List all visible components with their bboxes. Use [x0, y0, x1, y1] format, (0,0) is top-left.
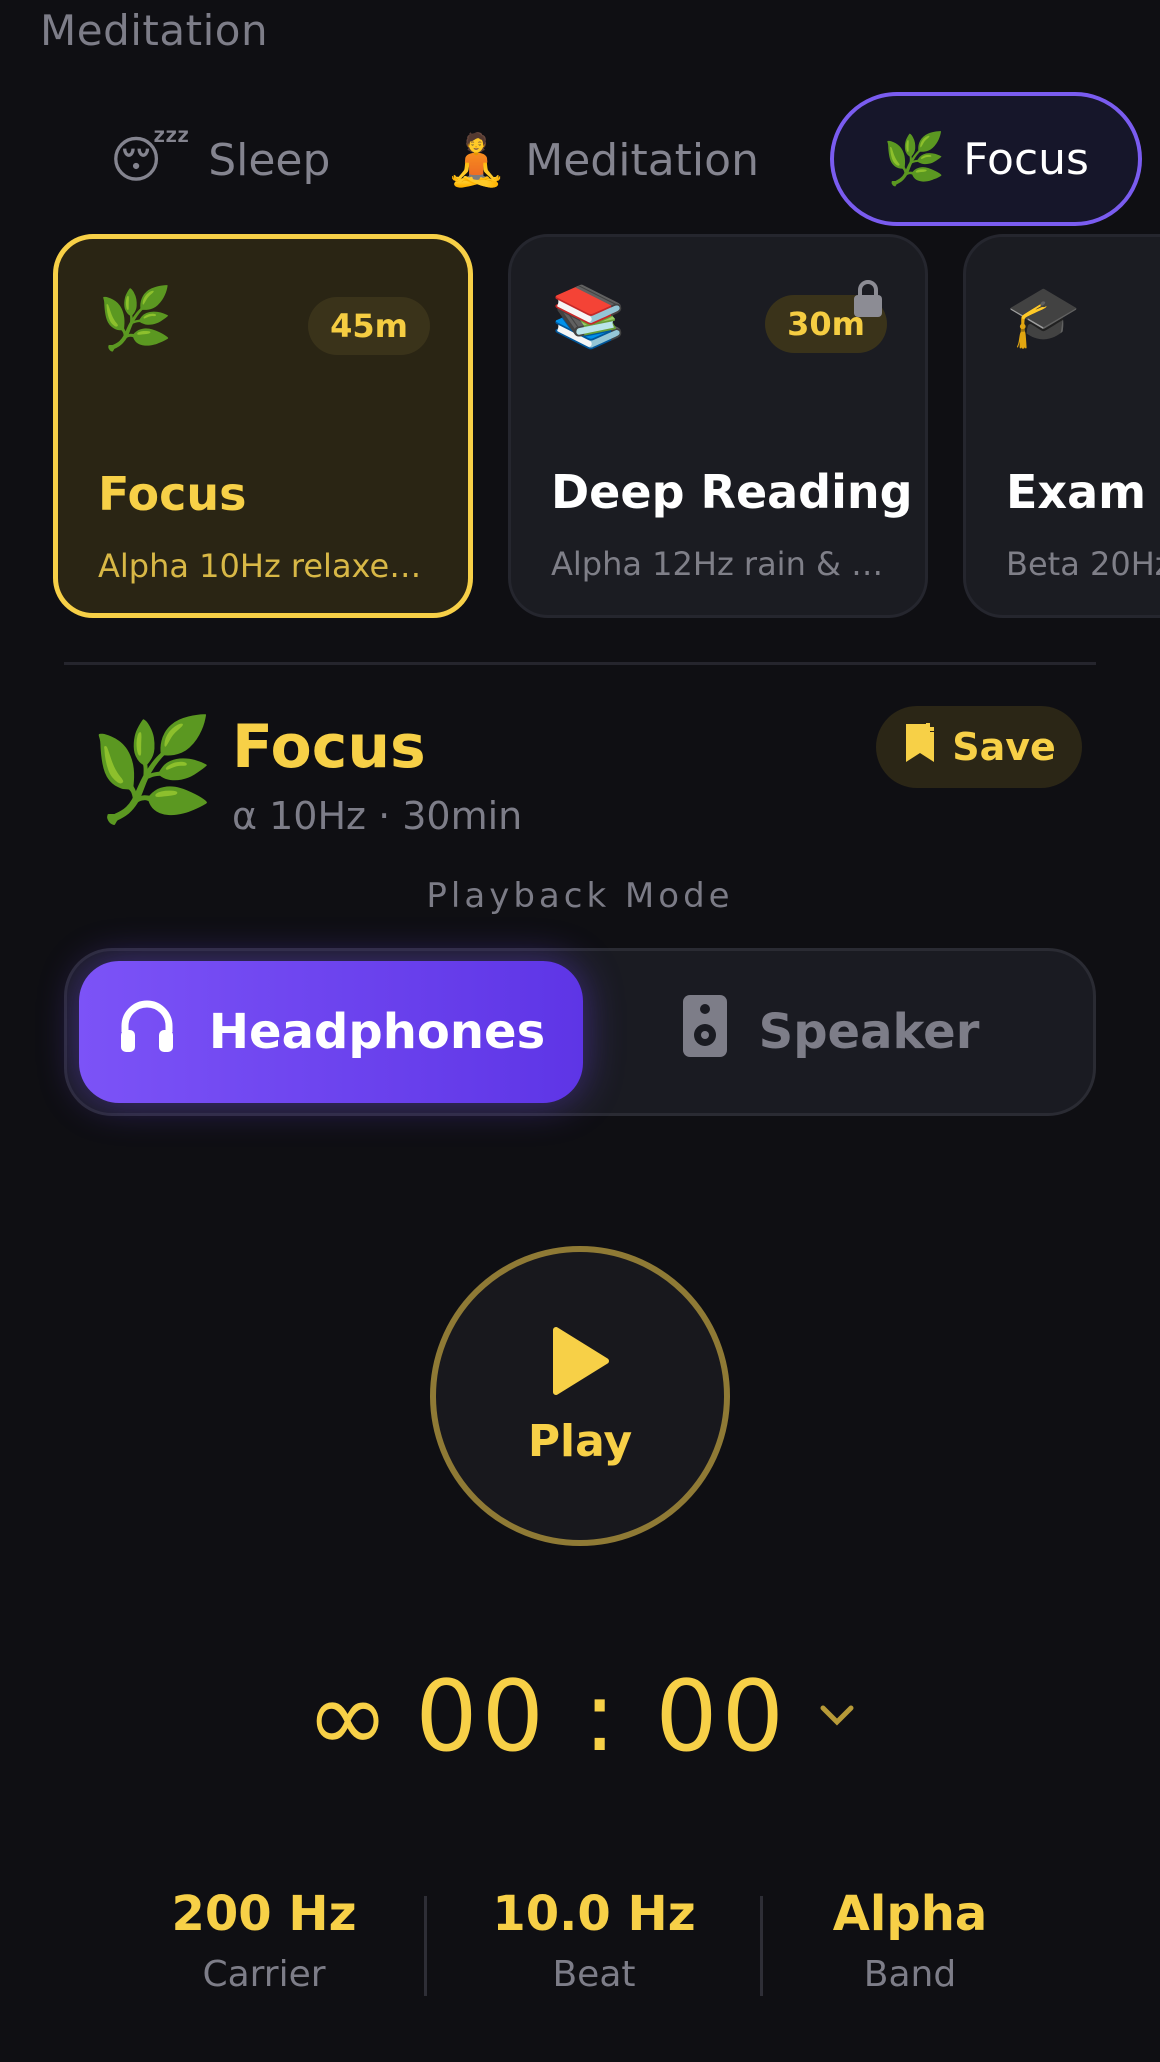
preset-card-focus[interactable]: 🌿 45m Focus Alpha 10Hz relaxe… — [53, 234, 473, 618]
tab-label: Sleep — [208, 134, 331, 186]
headphones-option[interactable]: Headphones — [79, 961, 583, 1103]
herb-icon: 🌿 — [90, 711, 215, 828]
herb-icon: 🌿 — [883, 130, 946, 188]
playback-mode-toggle: Headphones Speaker — [64, 948, 1096, 1116]
stat-label: Beat — [552, 1954, 636, 1995]
card-title: Deep Reading — [551, 465, 913, 519]
stat-divider — [424, 1896, 427, 1996]
stat-value: 200 Hz — [171, 1886, 357, 1942]
infinity-icon: ∞ — [305, 1658, 390, 1775]
card-title: Exam P — [1006, 465, 1160, 519]
selected-preset-meta: α 10Hz · 30min — [232, 794, 523, 838]
tab-label: Focus — [963, 133, 1089, 185]
card-subtitle: Beta 20Hz — [1006, 545, 1160, 583]
play-label: Play — [527, 1415, 633, 1467]
stat-label: Band — [863, 1954, 957, 1995]
graduation-cap-icon: 🎓 — [1006, 282, 1081, 352]
card-title: Focus — [98, 467, 247, 521]
chevron-down-icon — [820, 1704, 854, 1730]
speaker-icon — [682, 995, 727, 1069]
bookmark-add-icon — [902, 722, 938, 773]
speaker-label: Speaker — [758, 1004, 980, 1060]
page-title: Meditation — [40, 6, 269, 55]
speaker-option[interactable]: Speaker — [579, 961, 1083, 1103]
save-label: Save — [952, 725, 1056, 769]
sleeping-face-icon: 😴 — [110, 131, 191, 189]
play-icon — [550, 1326, 610, 1400]
books-icon: 📚 — [551, 282, 626, 352]
stat-carrier: 200 Hz Carrier — [114, 1886, 414, 1995]
stat-band: Alpha Band — [760, 1886, 1060, 1995]
card-subtitle: Alpha 12Hz rain & r… — [551, 545, 891, 583]
headphones-label: Headphones — [208, 1004, 546, 1060]
card-subtitle: Alpha 10Hz relaxe… — [98, 547, 422, 585]
stat-value: 10.0 Hz — [492, 1886, 696, 1942]
divider — [64, 662, 1096, 665]
preset-carousel[interactable]: 🌿 45m Focus Alpha 10Hz relaxe… 📚 30m Dee… — [0, 232, 1160, 622]
stat-value: Alpha — [832, 1886, 988, 1942]
tab-meditation[interactable]: 🧘 Meditation — [445, 90, 759, 230]
stat-label: Carrier — [202, 1954, 326, 1995]
meditating-person-icon: 🧘 — [445, 131, 508, 189]
herb-icon: 🌿 — [98, 284, 173, 354]
tab-sleep[interactable]: 😴 Sleep — [110, 90, 330, 230]
preset-card-deep-reading[interactable]: 📚 30m Deep Reading Alpha 12Hz rain & r… — [508, 234, 928, 618]
timer-selector[interactable]: ∞ 00 : 00 — [0, 1660, 1160, 1774]
play-button[interactable]: Play — [430, 1246, 730, 1546]
tab-focus[interactable]: 🌿 Focus — [830, 92, 1142, 226]
headphones-icon — [117, 998, 177, 1066]
lock-icon — [851, 279, 885, 328]
save-button[interactable]: Save — [876, 706, 1082, 788]
selected-preset-title: Focus — [232, 712, 426, 782]
playback-mode-label: Playback Mode — [426, 876, 734, 916]
tab-label: Meditation — [525, 134, 759, 186]
preset-card-exam[interactable]: 🎓 Exam P Beta 20Hz — [963, 234, 1160, 618]
duration-badge: 45m — [308, 297, 430, 355]
timer-display: 00 : 00 — [415, 1660, 789, 1774]
stat-beat: 10.0 Hz Beat — [444, 1886, 744, 1995]
